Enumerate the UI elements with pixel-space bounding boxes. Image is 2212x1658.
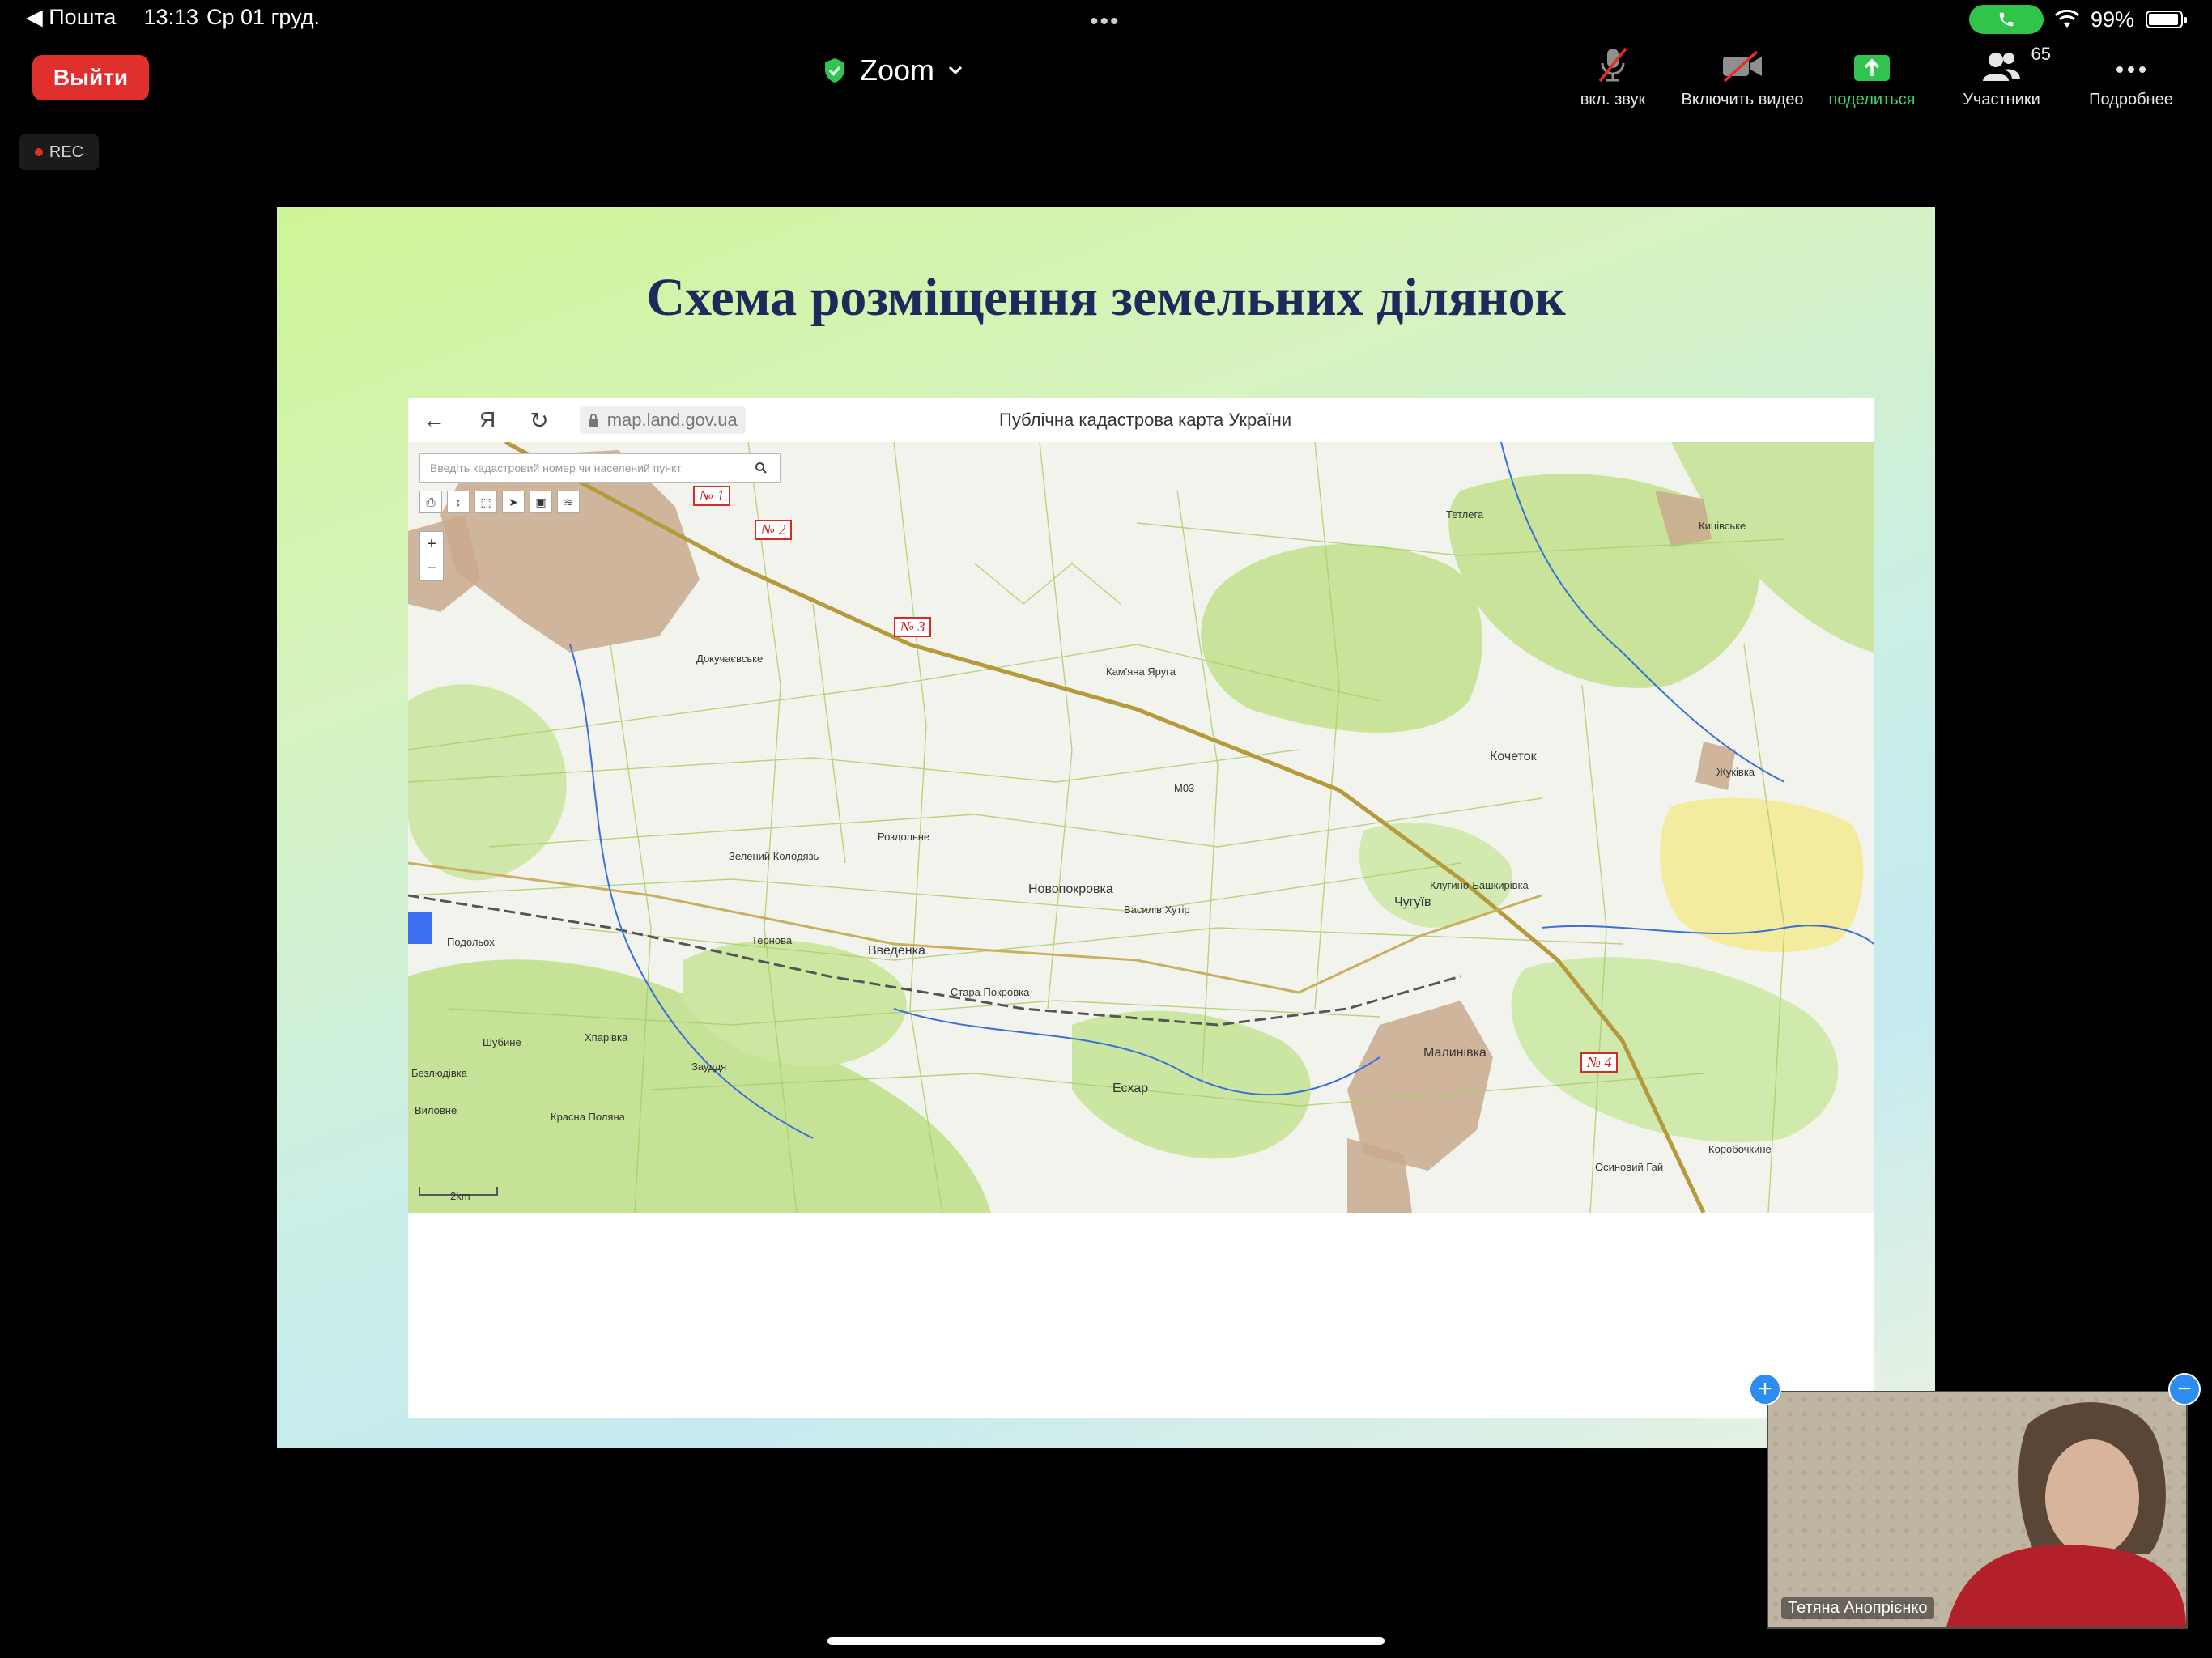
place-label: Зауддя	[691, 1061, 727, 1073]
cursor-icon: ➤	[502, 491, 525, 513]
place-label: Новопокровка	[1028, 882, 1113, 896]
status-date: Ср 01 груд.	[206, 5, 320, 29]
measure-icon: ↕	[447, 491, 470, 513]
cadastral-search-input: Введіть кадастровий номер чи населений п…	[419, 453, 743, 483]
active-call-indicator[interactable]	[1968, 5, 2044, 34]
meeting-title-dropdown[interactable]: Zoom	[823, 53, 963, 87]
browser-screenshot: ← Я ↻ map.land.gov.ua Публічна кадастров…	[408, 398, 1874, 1418]
lock-icon	[588, 414, 598, 427]
status-bar-right: 99%	[1968, 5, 2187, 34]
unmute-label: вкл. звук	[1580, 91, 1646, 108]
back-arrow-icon: ←	[423, 406, 445, 432]
map-zoom-control: + −	[419, 531, 444, 581]
add-icon[interactable]: +	[1749, 1373, 1781, 1405]
shared-screen[interactable]: Схема розміщення земельних ділянок ← Я ↻…	[277, 207, 1935, 1448]
minimize-icon[interactable]: −	[2168, 1373, 2201, 1405]
url-field: map.land.gov.ua	[579, 406, 746, 434]
place-label: Подольох	[447, 936, 495, 948]
plot-marker-3: № 3	[894, 617, 932, 637]
place-label: Клугино-Башкирівка	[1430, 879, 1529, 891]
place-label: Виловне	[415, 1104, 457, 1116]
back-to-app-link[interactable]: ◀ Пошта	[26, 5, 116, 30]
place-label: Кочеток	[1490, 750, 1537, 763]
meeting-title: Zoom	[860, 53, 935, 87]
microphone-muted-icon	[1598, 47, 1627, 83]
video-off-icon	[1723, 50, 1762, 83]
record-dot-icon	[34, 148, 43, 156]
print-icon: ⎙	[419, 491, 442, 513]
battery-percent: 99%	[2090, 6, 2134, 32]
share-screen-icon	[1854, 55, 1890, 81]
place-label: Докучаєвське	[696, 653, 764, 665]
participants-count: 65	[2031, 44, 2051, 64]
plot-marker-4: № 4	[1580, 1052, 1619, 1073]
home-indicator[interactable]	[827, 1637, 1385, 1645]
participant-video-frame	[1768, 1392, 2186, 1627]
meeting-toolbar: вкл. звук Включить видео поделиться 65 У…	[1548, 42, 2196, 109]
layers-icon: ≋	[557, 491, 580, 513]
place-label: Зелений Колодязь	[729, 850, 819, 862]
road-label: М03	[1174, 782, 1195, 794]
battery-icon	[2146, 11, 2187, 28]
more-button[interactable]: Подробнее	[2066, 42, 2196, 109]
wifi-icon	[2054, 10, 2079, 28]
participant-name: Тетяна Анопрієнко	[1781, 1597, 1934, 1619]
place-label: Коробочкине	[1708, 1143, 1772, 1155]
place-label: Роздольне	[878, 831, 930, 843]
yandex-logo: Я	[479, 406, 496, 432]
scale-label: 2km	[450, 1190, 470, 1202]
start-video-label: Включить видео	[1681, 91, 1804, 108]
screen-icon: ▣	[530, 491, 552, 513]
plot-marker-1: № 1	[693, 486, 731, 506]
page-title: Публічна кадастрова карта України	[999, 410, 1292, 430]
place-label: Малинівка	[1423, 1046, 1487, 1060]
zoom-out-icon: −	[427, 559, 436, 577]
self-view-video[interactable]: Тетяна Анопрієнко	[1767, 1391, 2188, 1629]
place-label: Тернова	[751, 934, 793, 946]
map-graphic	[408, 442, 1874, 1213]
unmute-button[interactable]: вкл. звук	[1548, 42, 1678, 109]
place-label: Кам'яна Яруга	[1106, 665, 1176, 678]
start-video-button[interactable]: Включить видео	[1678, 42, 1807, 109]
place-label: Стара Покровка	[951, 986, 1030, 998]
place-label: Шубине	[483, 1036, 521, 1048]
map-tools: ⎙ ↕ ⬚ ➤ ▣ ≋	[419, 491, 580, 513]
place-label: Осиновий Гай	[1595, 1161, 1664, 1173]
status-time: 13:13	[143, 5, 199, 29]
status-bar-left: ◀ Пошта 13:13 Ср 01 груд.	[26, 5, 320, 30]
shield-check-icon	[825, 58, 844, 83]
recording-label: REC	[49, 142, 84, 161]
share-label: поделиться	[1828, 91, 1916, 108]
place-label: Красна Поляна	[551, 1111, 625, 1123]
place-label: Василів Хутір	[1124, 903, 1190, 916]
place-label: Жуківка	[1716, 766, 1755, 778]
cadastral-map: Введіть кадастровий номер чи населений п…	[408, 442, 1874, 1213]
chevron-down-icon	[948, 66, 963, 75]
multitasking-dots-icon[interactable]: •••	[1090, 8, 1121, 36]
recording-indicator[interactable]: REC	[19, 134, 99, 170]
url-text: map.land.gov.ua	[606, 410, 738, 430]
search-icon	[742, 453, 781, 483]
select-area-icon: ⬚	[474, 491, 497, 513]
share-button[interactable]: поделиться	[1807, 42, 1937, 109]
place-label: Кицівське	[1699, 520, 1746, 532]
more-dots-icon	[2116, 66, 2146, 73]
place-label: Есхар	[1112, 1082, 1149, 1095]
phone-icon	[1999, 12, 2014, 27]
more-label: Подробнее	[2089, 91, 2173, 108]
place-label: Хпарівка	[585, 1031, 628, 1044]
slide-title: Схема розміщення земельних ділянок	[646, 268, 1566, 327]
leave-meeting-button[interactable]: Выйти	[32, 55, 149, 100]
place-label: Безлюдівка	[411, 1067, 467, 1079]
place-label: Чугуїв	[1394, 895, 1431, 909]
plot-marker-2: № 2	[755, 520, 793, 540]
zoom-in-icon: +	[427, 534, 436, 553]
place-label: Тетлега	[1446, 508, 1484, 521]
participants-button[interactable]: 65 Участники	[1937, 42, 2066, 109]
reload-icon: ↻	[530, 407, 549, 433]
place-label: Введенка	[868, 944, 925, 958]
participants-label: Участники	[1963, 91, 2040, 108]
participants-icon	[1983, 53, 2020, 81]
